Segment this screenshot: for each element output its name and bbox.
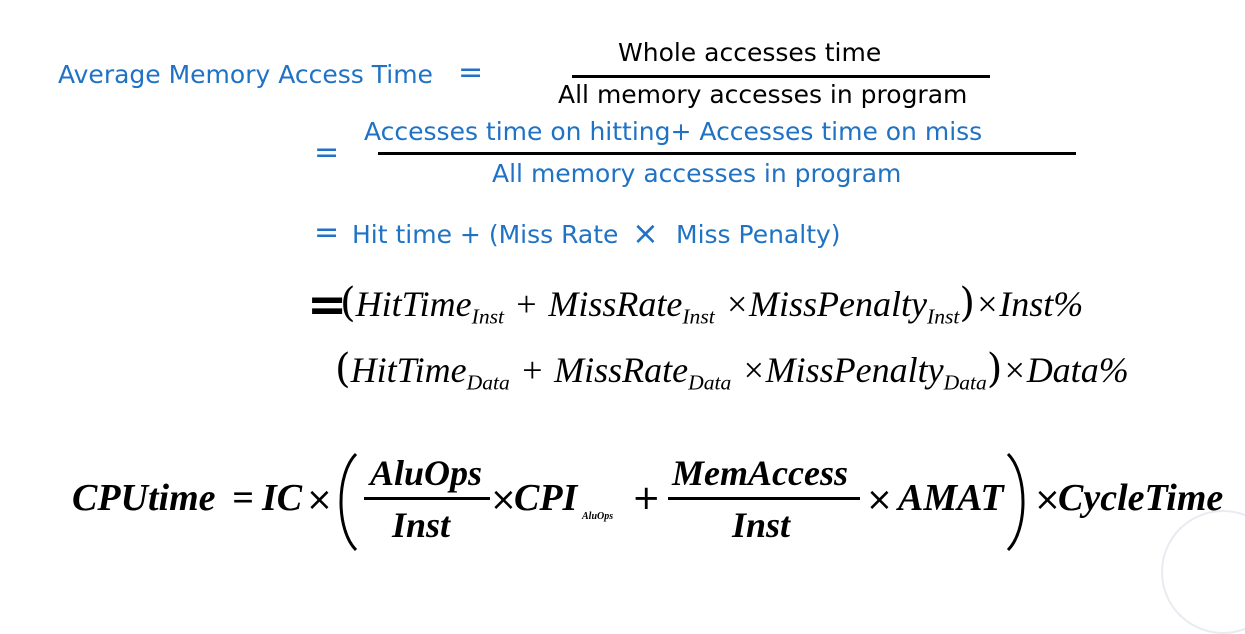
eq2-fraction-bar — [378, 152, 1076, 155]
close-paren: ) — [986, 346, 1003, 392]
cpu-lhs: CPUtime — [72, 477, 216, 519]
eq3-text-b: Miss Penalty) — [676, 220, 841, 249]
cpu-times-2: × — [490, 480, 517, 518]
inst-percent: Inst% — [999, 284, 1084, 324]
cpu-ic: IC — [262, 477, 303, 519]
miss-penalty-term: MissPenaltyData — [765, 350, 987, 395]
times-sign: × — [724, 284, 750, 324]
eq2-numerator: Accesses time on hitting+ Accesses time … — [364, 117, 983, 146]
cpu-plus: + — [632, 478, 661, 518]
data-percent: Data% — [1026, 350, 1129, 390]
cpu-equals: = — [232, 477, 254, 519]
cpu-times-1: × — [306, 480, 333, 518]
hit-time-term: HitTimeInst — [355, 284, 505, 329]
eq1-numerator: Whole accesses time — [618, 38, 882, 67]
miss-rate-term: MissRateData — [554, 350, 732, 395]
big-open-paren — [339, 452, 358, 552]
frac1-denominator: Inst — [392, 505, 451, 545]
eq4-line2: (HitTimeData + MissRateData ×MissPenalty… — [335, 346, 1129, 396]
close-paren: ) — [959, 280, 975, 326]
times-sign: × — [741, 350, 766, 390]
watermark-seal — [1161, 510, 1245, 634]
eq1-equals: = — [458, 55, 484, 90]
cpu-times-4: × — [1034, 480, 1061, 518]
frac2-numerator: MemAccess — [672, 453, 848, 493]
open-paren: ( — [335, 346, 351, 392]
cpu-cpi-subscript: AluOps — [582, 511, 614, 522]
eq3-equals: = — [314, 215, 340, 250]
frac2-denominator: Inst — [732, 505, 791, 545]
eq4-line1: (HitTimeInst + MissRateInst ×MissPenalty… — [340, 280, 1083, 330]
frac1-numerator: AluOps — [370, 453, 483, 493]
eq3-text-a: Hit time + (Miss Rate — [352, 220, 619, 249]
plus-sign: + — [519, 350, 545, 390]
open-paren: ( — [340, 280, 356, 326]
eq2-denominator: All memory accesses in program — [492, 159, 902, 188]
eq2-equals: = — [314, 135, 340, 170]
eq1-fraction-bar — [572, 75, 990, 78]
frac1-bar — [364, 497, 490, 500]
miss-rate-term: MissRateInst — [548, 284, 715, 329]
big-close-paren — [1006, 452, 1025, 552]
cpu-cpi: CPI — [514, 477, 578, 519]
cpu-amat: AMAT — [898, 477, 1004, 519]
plus-sign: + — [514, 284, 539, 324]
times-sign: × — [975, 284, 1000, 324]
miss-penalty-term: MissPenaltyInst — [749, 284, 960, 329]
cpu-cycle-time: CycleTime — [1058, 477, 1224, 519]
hit-time-term: HitTimeData — [350, 350, 510, 395]
eq1-denominator: All memory accesses in program — [558, 80, 968, 109]
eq3-times: × — [632, 214, 659, 252]
cpu-times-3: × — [866, 480, 893, 518]
frac2-bar — [668, 497, 860, 500]
eq1-lhs: Average Memory Access Time — [58, 60, 433, 89]
times-sign: × — [1002, 350, 1027, 390]
